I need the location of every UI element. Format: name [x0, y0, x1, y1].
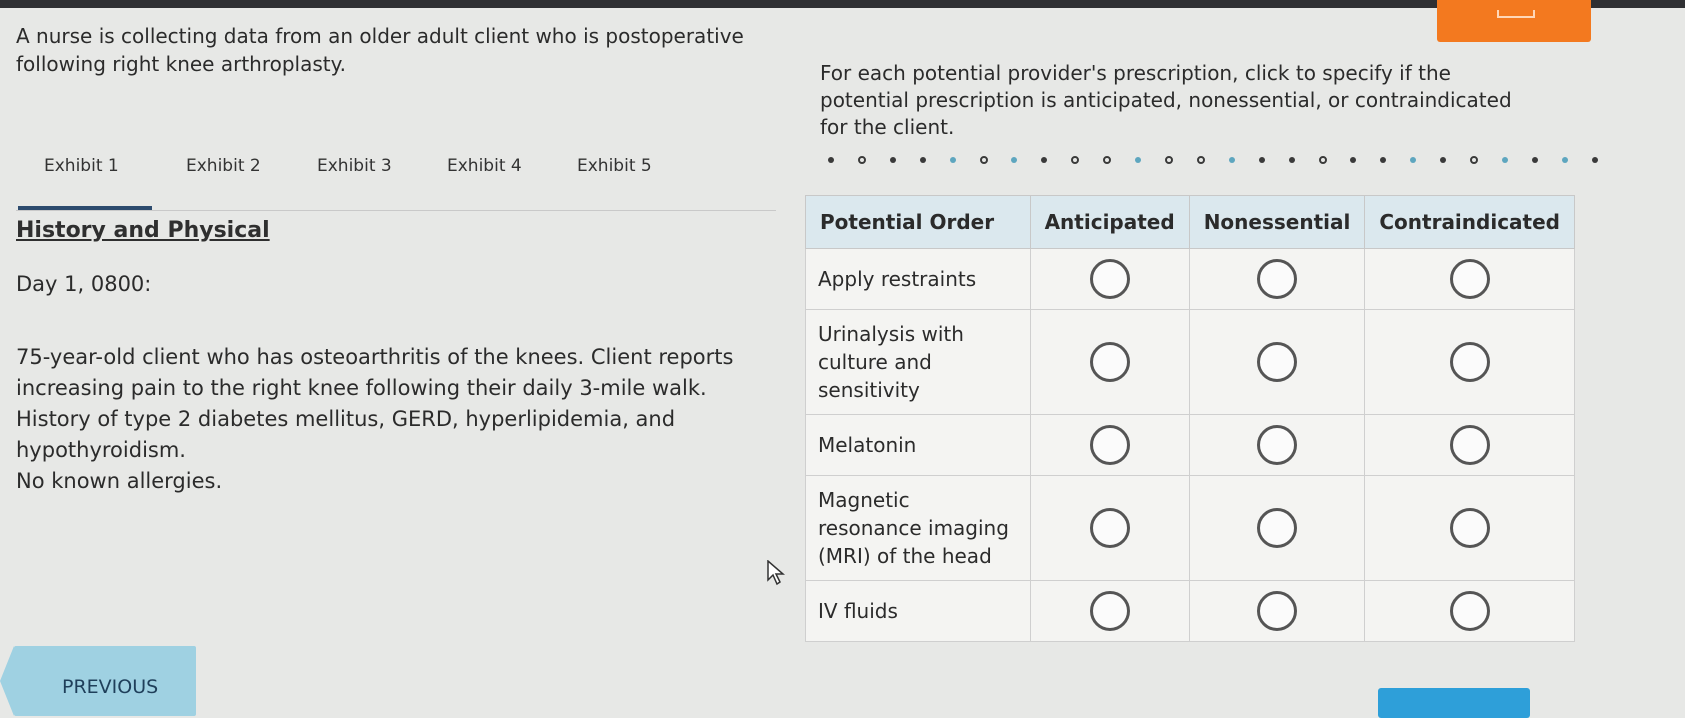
menu-icon	[1497, 10, 1535, 18]
tab-exhibit-1[interactable]: Exhibit 1	[44, 156, 119, 176]
order-name: Urinalysis with culture and sensitivity	[805, 309, 1031, 415]
exhibit-day: Day 1, 0800:	[16, 272, 152, 296]
table-header-row: Potential Order Anticipated Nonessential…	[805, 195, 1575, 249]
radio-anticipated[interactable]	[1089, 342, 1130, 382]
menu-button[interactable]	[1437, 0, 1591, 42]
table-row: Apply restraints	[805, 248, 1575, 310]
column-header: Potential Order	[805, 195, 1031, 249]
order-name: Apply restraints	[805, 248, 1031, 310]
next-button[interactable]	[1378, 688, 1530, 718]
order-name: Magnetic resonance imaging (MRI) of the …	[805, 475, 1031, 581]
radio-contraindicated[interactable]	[1449, 591, 1490, 631]
radio-contraindicated[interactable]	[1449, 508, 1490, 548]
left-panel: A nurse is collecting data from an older…	[16, 22, 776, 493]
tab-exhibit-4[interactable]: Exhibit 4	[447, 156, 522, 176]
previous-button-label: PREVIOUS	[62, 676, 159, 698]
exhibit-line: No known allergies.	[16, 469, 223, 493]
radio-contraindicated[interactable]	[1449, 425, 1490, 465]
table-row: Melatonin	[805, 414, 1575, 476]
exhibit-line: 75-year-old client who has osteoarthriti…	[16, 345, 734, 400]
column-header: Contraindicated	[1364, 195, 1575, 249]
instructions-text: For each potential provider's prescripti…	[820, 61, 1512, 139]
radio-anticipated[interactable]	[1089, 259, 1130, 299]
exhibit-narrative: 75-year-old client who has osteoarthriti…	[16, 342, 756, 497]
right-panel: For each potential provider's prescripti…	[820, 60, 1680, 164]
table-row: IV fluids	[805, 580, 1575, 642]
tab-exhibit-2[interactable]: Exhibit 2	[186, 156, 261, 176]
radio-nonessential[interactable]	[1257, 508, 1298, 548]
column-header: Anticipated	[1029, 195, 1190, 249]
active-tab-indicator	[18, 206, 152, 210]
table-row: Magnetic resonance imaging (MRI) of the …	[805, 475, 1575, 581]
top-bar	[0, 0, 1685, 8]
arrow-left-icon	[0, 646, 14, 716]
radio-anticipated[interactable]	[1089, 591, 1130, 631]
order-name: IV fluids	[805, 580, 1031, 642]
order-name: Melatonin	[805, 414, 1031, 476]
radio-nonessential[interactable]	[1257, 342, 1298, 382]
scenario-text: A nurse is collecting data from an older…	[16, 24, 744, 76]
orders-table: Potential Order Anticipated Nonessential…	[805, 195, 1575, 642]
radio-nonessential[interactable]	[1257, 425, 1298, 465]
radio-anticipated[interactable]	[1089, 508, 1130, 548]
decorative-dot-divider	[828, 152, 1598, 168]
radio-contraindicated[interactable]	[1449, 342, 1490, 382]
radio-anticipated[interactable]	[1089, 425, 1130, 465]
tab-exhibit-3[interactable]: Exhibit 3	[317, 156, 392, 176]
previous-button[interactable]: PREVIOUS	[0, 646, 196, 716]
exhibit-tabs: Exhibit 1 Exhibit 2 Exhibit 3 Exhibit 4 …	[16, 132, 776, 211]
column-header: Nonessential	[1188, 195, 1366, 249]
radio-nonessential[interactable]	[1257, 591, 1298, 631]
table-row: Urinalysis with culture and sensitivity	[805, 309, 1575, 415]
exhibit-line: History of type 2 diabetes mellitus, GER…	[16, 407, 676, 462]
mouse-pointer-icon	[767, 560, 786, 586]
radio-nonessential[interactable]	[1257, 259, 1298, 299]
radio-contraindicated[interactable]	[1449, 259, 1490, 299]
exhibit-title: History and Physical	[16, 218, 270, 243]
tab-exhibit-5[interactable]: Exhibit 5	[577, 156, 652, 176]
